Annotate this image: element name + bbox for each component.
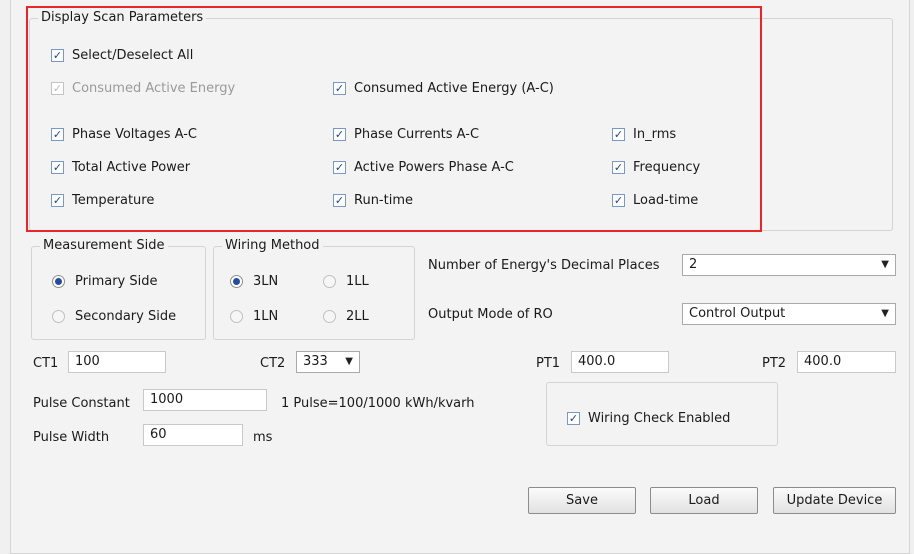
active-powers-phase-label: Active Powers Phase A-C bbox=[354, 160, 514, 175]
check-icon: ✓ bbox=[333, 128, 346, 141]
temperature-checkbox[interactable]: ✓ Temperature bbox=[51, 193, 154, 208]
update-device-button[interactable]: Update Device bbox=[773, 487, 896, 514]
select-all-checkbox[interactable]: ✓ Select/Deselect All bbox=[51, 48, 193, 63]
wiring-3ln-radio[interactable]: 3LN bbox=[230, 274, 278, 289]
ct2-value: 333 bbox=[303, 354, 328, 369]
check-icon: ✓ bbox=[51, 82, 64, 95]
consumed-active-energy-checkbox: ✓ Consumed Active Energy bbox=[51, 81, 235, 96]
chevron-down-icon: ▼ bbox=[345, 356, 353, 367]
run-time-checkbox[interactable]: ✓ Run-time bbox=[333, 193, 413, 208]
secondary-side-label: Secondary Side bbox=[75, 309, 177, 324]
ct1-label: CT1 bbox=[33, 356, 59, 371]
check-icon: ✓ bbox=[612, 161, 625, 174]
primary-side-label: Primary Side bbox=[75, 274, 158, 289]
consumed-active-energy-ac-label: Consumed Active Energy (A-C) bbox=[354, 81, 554, 96]
pulse-constant-note: 1 Pulse=100/1000 kWh/kvarh bbox=[281, 396, 475, 411]
check-icon: ✓ bbox=[51, 49, 64, 62]
pt1-label: PT1 bbox=[536, 356, 561, 371]
pulse-width-input[interactable]: 60 bbox=[143, 424, 243, 446]
output-mode-label: Output Mode of RO bbox=[428, 307, 553, 322]
wiring-1ln-radio[interactable]: 1LN bbox=[230, 309, 278, 324]
wiring-check-checkbox[interactable]: ✓ Wiring Check Enabled bbox=[567, 411, 730, 426]
energy-decimal-select[interactable]: 2 ▼ bbox=[682, 254, 896, 276]
ct2-select[interactable]: 333 ▼ bbox=[296, 351, 360, 373]
primary-side-radio[interactable]: Primary Side bbox=[52, 274, 157, 289]
wiring-1ln-label: 1LN bbox=[253, 309, 279, 324]
in-rms-checkbox[interactable]: ✓ In_rms bbox=[612, 127, 676, 142]
check-icon: ✓ bbox=[612, 128, 625, 141]
measurement-side-group: Measurement Side bbox=[31, 238, 206, 340]
run-time-label: Run-time bbox=[354, 193, 413, 208]
consumed-active-energy-ac-checkbox[interactable]: ✓ Consumed Active Energy (A-C) bbox=[333, 81, 554, 96]
pt2-input[interactable]: 400.0 bbox=[797, 351, 896, 373]
phase-currents-checkbox[interactable]: ✓ Phase Currents A-C bbox=[333, 127, 479, 142]
save-button[interactable]: Save bbox=[528, 487, 636, 514]
pulse-constant-input[interactable]: 1000 bbox=[143, 389, 267, 411]
radio-empty-icon bbox=[323, 275, 336, 288]
chevron-down-icon: ▼ bbox=[881, 308, 889, 319]
check-icon: ✓ bbox=[612, 194, 625, 207]
load-time-checkbox[interactable]: ✓ Load-time bbox=[612, 193, 698, 208]
consumed-active-energy-label: Consumed Active Energy bbox=[72, 81, 236, 96]
radio-selected-icon bbox=[52, 275, 65, 288]
radio-empty-icon bbox=[52, 310, 65, 323]
check-icon: ✓ bbox=[51, 128, 64, 141]
total-active-power-label: Total Active Power bbox=[72, 160, 191, 175]
pulse-width-label: Pulse Width bbox=[33, 430, 110, 445]
measurement-side-title: Measurement Side bbox=[40, 238, 168, 253]
check-icon: ✓ bbox=[51, 194, 64, 207]
wiring-2ll-label: 2LL bbox=[346, 309, 369, 324]
load-button[interactable]: Load bbox=[650, 487, 758, 514]
output-mode-value: Control Output bbox=[689, 306, 786, 321]
ct2-label: CT2 bbox=[260, 356, 286, 371]
phase-voltages-checkbox[interactable]: ✓ Phase Voltages A-C bbox=[51, 127, 197, 142]
phase-voltages-label: Phase Voltages A-C bbox=[72, 127, 197, 142]
load-time-label: Load-time bbox=[633, 193, 699, 208]
check-icon: ✓ bbox=[333, 161, 346, 174]
total-active-power-checkbox[interactable]: ✓ Total Active Power bbox=[51, 160, 190, 175]
frequency-checkbox[interactable]: ✓ Frequency bbox=[612, 160, 700, 175]
energy-decimal-label: Number of Energy's Decimal Places bbox=[428, 258, 660, 273]
check-icon: ✓ bbox=[333, 194, 346, 207]
check-icon: ✓ bbox=[51, 161, 64, 174]
wiring-1ll-radio[interactable]: 1LL bbox=[323, 274, 369, 289]
chevron-down-icon: ▼ bbox=[881, 259, 889, 270]
pulse-width-unit: ms bbox=[253, 430, 273, 445]
energy-decimal-value: 2 bbox=[689, 257, 698, 272]
wiring-3ln-label: 3LN bbox=[253, 274, 279, 289]
radio-empty-icon bbox=[230, 310, 243, 323]
secondary-side-radio[interactable]: Secondary Side bbox=[52, 309, 176, 324]
wiring-2ll-radio[interactable]: 2LL bbox=[323, 309, 369, 324]
frequency-label: Frequency bbox=[633, 160, 701, 175]
radio-selected-icon bbox=[230, 275, 243, 288]
pulse-constant-label: Pulse Constant bbox=[33, 396, 130, 411]
pt1-input[interactable]: 400.0 bbox=[571, 351, 669, 373]
radio-empty-icon bbox=[323, 310, 336, 323]
temperature-label: Temperature bbox=[72, 193, 155, 208]
check-icon: ✓ bbox=[333, 82, 346, 95]
select-all-label: Select/Deselect All bbox=[72, 48, 194, 63]
in-rms-label: In_rms bbox=[633, 127, 677, 142]
output-mode-select[interactable]: Control Output ▼ bbox=[682, 303, 896, 325]
phase-currents-label: Phase Currents A-C bbox=[354, 127, 480, 142]
wiring-1ll-label: 1LL bbox=[346, 274, 369, 289]
wiring-method-group: Wiring Method bbox=[213, 238, 415, 340]
ct1-input[interactable]: 100 bbox=[68, 351, 166, 373]
wiring-check-label: Wiring Check Enabled bbox=[588, 411, 731, 426]
check-icon: ✓ bbox=[567, 412, 580, 425]
wiring-method-title: Wiring Method bbox=[222, 238, 323, 253]
pt2-label: PT2 bbox=[762, 356, 787, 371]
active-powers-phase-checkbox[interactable]: ✓ Active Powers Phase A-C bbox=[333, 160, 514, 175]
